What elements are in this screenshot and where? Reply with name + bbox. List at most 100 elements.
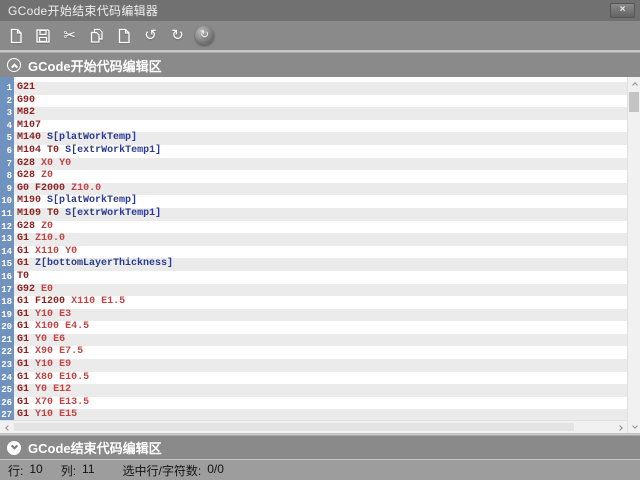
horizontal-scroll-thumb[interactable] [14, 423, 574, 431]
code-line-text: G1 F1200 X110 E1.5 [17, 296, 126, 308]
collapse-up-icon [7, 58, 21, 72]
line-number: 14 [1, 246, 12, 257]
code-line-text: G92 E0 [14, 283, 627, 297]
chevron-right-icon [616, 424, 623, 431]
code-line[interactable]: 14 G1 X110 Y0 [0, 246, 627, 259]
code-line-text: G28 Z0 [17, 170, 54, 182]
code-line[interactable]: 8 G28 Z0 [0, 170, 627, 183]
code-line[interactable]: 24 G1 X80 E10.5 [0, 372, 627, 385]
code-line-text: G0 F2000 Z10.0 [14, 182, 627, 196]
code-line-text: M109 T0 S[extrWorkTemp1] [14, 207, 627, 221]
column-label: 列: [60, 463, 77, 478]
copy-button[interactable] [85, 24, 108, 47]
code-area[interactable]: 1 G21 2 G90 3 M82 4 M107 5 M140 S[platWorkTemp] 6 M… [0, 77, 627, 420]
status-line: 行: 10 [8, 462, 43, 479]
code-line[interactable]: 2 G90 [0, 95, 627, 108]
line-number: 4 [6, 120, 12, 131]
end-section-title: GCode结束代码编辑区 [28, 441, 162, 456]
code-line[interactable]: 19 G1 Y10 E3 [0, 308, 627, 322]
save-button[interactable] [31, 24, 54, 47]
close-button[interactable]: × [610, 3, 635, 18]
new-file-icon [10, 28, 22, 43]
code-line-text: G1 Y10 E9 [14, 359, 627, 372]
line-label: 行: [8, 463, 24, 478]
reset-icon: ↻ [195, 26, 214, 45]
code-line[interactable]: 21 G1 Y0 E6 [0, 333, 627, 347]
line-number: 6 [6, 145, 12, 156]
new-file-button[interactable] [4, 24, 27, 47]
scroll-left-button[interactable] [0, 421, 13, 433]
code-line-text: G1 X100 E4.5 [17, 321, 90, 333]
line-number: 16 [1, 271, 12, 282]
scroll-down-button[interactable] [628, 420, 640, 433]
line-number: 27 [1, 410, 12, 420]
code-line-text: G1 Z[bottomLayerThickness] [14, 258, 627, 271]
line-number: 26 [1, 397, 12, 408]
code-line-text: G21 [14, 82, 627, 95]
code-line[interactable]: 18 G1 F1200 X110 E1.5 [0, 296, 627, 309]
title-bar[interactable]: GCode开始结束代码编辑器 × [0, 0, 640, 21]
code-line[interactable]: 5 M140 S[platWorkTemp] [0, 132, 627, 145]
line-number: 21 [1, 334, 12, 345]
line-number: 3 [6, 108, 12, 119]
start-section-title: GCode开始代码编辑区 [28, 58, 162, 74]
vertical-scroll-thumb[interactable] [629, 92, 639, 112]
start-section-header[interactable]: GCode开始代码编辑区 [0, 53, 640, 77]
code-line[interactable]: 10 M190 S[platWorkTemp] [0, 195, 627, 208]
line-number: 9 [6, 183, 12, 194]
cut-button[interactable]: ✂ [58, 24, 81, 47]
code-line[interactable]: 27 G1 Y10 E15 [0, 409, 627, 420]
line-number: 19 [1, 309, 12, 320]
code-line[interactable]: 9 G0 F2000 Z10.0 [0, 182, 627, 196]
code-line-text: G1 X90 E7.5 [17, 346, 84, 358]
code-line[interactable]: 15 G1 Z[bottomLayerThickness] [0, 258, 627, 271]
window-title: GCode开始结束代码编辑器 [8, 4, 159, 18]
paste-icon [118, 28, 130, 43]
chevron-down-icon [631, 422, 638, 429]
code-line[interactable]: 17 G92 E0 [0, 283, 627, 297]
line-number: 23 [1, 360, 12, 371]
status-bar: 行: 10 列: 11 选中行/字符数: 0/0 [0, 459, 640, 480]
line-number: 7 [6, 158, 12, 169]
code-line[interactable]: 7 G28 X0 Y0 [0, 157, 627, 171]
code-line-text: M82 [14, 107, 627, 120]
code-line-text: M190 S[platWorkTemp] [17, 195, 138, 207]
code-line-text: G1 X110 Y0 [17, 245, 78, 257]
code-line-text: M140 S[platWorkTemp] [14, 132, 627, 145]
scroll-right-button[interactable] [614, 421, 627, 433]
code-line[interactable]: 6 M104 T0 S[extrWorkTemp1] [0, 145, 627, 158]
code-line[interactable]: 16 T0 [0, 271, 627, 284]
code-line-text: G1 X80 E10.5 [17, 371, 90, 383]
line-number: 24 [1, 372, 12, 383]
scroll-up-button[interactable] [628, 77, 640, 90]
code-line[interactable]: 23 G1 Y10 E9 [0, 359, 627, 372]
reset-button[interactable]: ↻ [193, 24, 216, 47]
code-line[interactable]: 26 G1 X70 E13.5 [0, 397, 627, 410]
code-line[interactable]: 22 G1 X90 E7.5 [0, 346, 627, 359]
code-line-text: G28 X0 Y0 [14, 157, 627, 171]
line-number: 13 [1, 234, 12, 245]
code-line[interactable]: 4 M107 [0, 120, 627, 133]
code-line[interactable]: 25 G1 Y0 E12 [0, 384, 627, 397]
code-line-text: T0 [17, 270, 30, 282]
code-line[interactable]: 3 M82 [0, 107, 627, 120]
paste-button[interactable] [112, 24, 135, 47]
line-number: 15 [1, 259, 12, 270]
redo-button[interactable]: ↻ [166, 24, 189, 47]
code-line-text: G1 Y0 E6 [14, 333, 627, 347]
line-number: 12 [1, 221, 12, 232]
vertical-scrollbar[interactable] [627, 77, 640, 433]
line-number: 1 [6, 83, 12, 93]
code-line[interactable]: 11 M109 T0 S[extrWorkTemp1] [0, 207, 627, 221]
code-line[interactable]: 12 G28 Z0 [0, 221, 627, 234]
undo-button[interactable]: ↺ [139, 24, 162, 47]
code-line-text: G90 [17, 94, 36, 106]
end-section-header[interactable]: GCode结束代码编辑区 [0, 436, 640, 459]
horizontal-scrollbar[interactable] [0, 420, 627, 433]
code-line[interactable]: 20 G1 X100 E4.5 [0, 321, 627, 334]
save-icon [35, 28, 50, 43]
code-line[interactable]: 1 G21 [0, 82, 627, 95]
line-number: 8 [6, 171, 12, 182]
code-line-text: M104 T0 S[extrWorkTemp1] [17, 144, 162, 156]
code-line[interactable]: 13 G1 Z10.0 [0, 233, 627, 246]
